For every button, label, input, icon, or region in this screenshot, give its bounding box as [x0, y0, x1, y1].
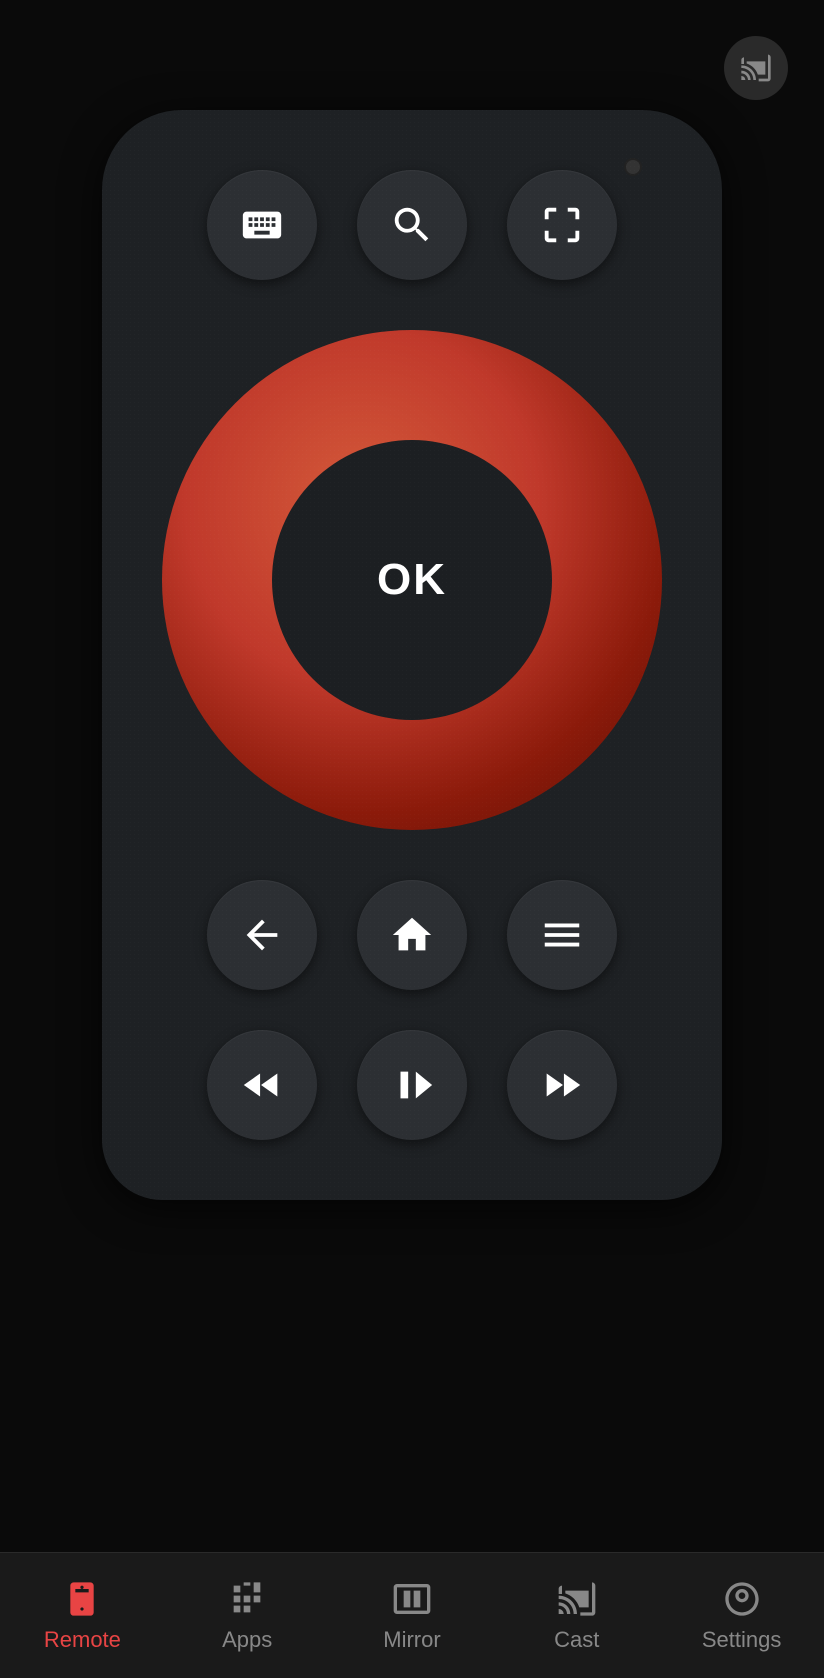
screen-fit-icon	[539, 202, 585, 248]
rewind-button[interactable]	[207, 1030, 317, 1140]
home-button[interactable]	[357, 880, 467, 990]
screen-fit-button[interactable]	[507, 170, 617, 280]
menu-icon	[539, 912, 585, 958]
home-icon	[389, 912, 435, 958]
remote-body: OK	[102, 110, 722, 1200]
play-pause-button[interactable]	[357, 1030, 467, 1140]
nav-item-apps[interactable]: Apps	[165, 1579, 330, 1653]
menu-button[interactable]	[507, 880, 617, 990]
fast-forward-button[interactable]	[507, 1030, 617, 1140]
nav-item-mirror[interactable]: Mirror	[330, 1579, 495, 1653]
settings-nav-icon	[722, 1579, 762, 1619]
media-button-row	[207, 1030, 617, 1140]
mirror-nav-icon	[392, 1579, 432, 1619]
ok-label: OK	[377, 555, 447, 605]
nav-item-settings[interactable]: Settings	[659, 1579, 824, 1653]
top-button-row	[207, 170, 617, 280]
ok-button[interactable]: OK	[272, 440, 552, 720]
nav-label-apps: Apps	[222, 1627, 272, 1653]
back-button[interactable]	[207, 880, 317, 990]
nav-button-row	[207, 880, 617, 990]
led-indicator	[624, 158, 642, 176]
fast-forward-icon	[539, 1062, 585, 1108]
search-button[interactable]	[357, 170, 467, 280]
dpad-ring[interactable]: OK	[162, 330, 662, 830]
cast-nav-icon	[557, 1579, 597, 1619]
remote-nav-icon	[62, 1579, 102, 1619]
nav-item-cast[interactable]: Cast	[494, 1579, 659, 1653]
back-icon	[239, 912, 285, 958]
dpad-container: OK	[162, 330, 662, 830]
nav-label-remote: Remote	[44, 1627, 121, 1653]
cast-icon	[740, 52, 772, 84]
bottom-nav: Remote Apps Mirror Cast Settings	[0, 1552, 824, 1678]
search-icon	[389, 202, 435, 248]
nav-label-settings: Settings	[702, 1627, 782, 1653]
apps-nav-icon	[227, 1579, 267, 1619]
keyboard-icon	[239, 202, 285, 248]
nav-item-remote[interactable]: Remote	[0, 1579, 165, 1653]
rewind-icon	[239, 1062, 285, 1108]
play-pause-icon	[389, 1062, 435, 1108]
cast-top-button[interactable]	[724, 36, 788, 100]
nav-label-mirror: Mirror	[383, 1627, 440, 1653]
nav-label-cast: Cast	[554, 1627, 599, 1653]
keyboard-button[interactable]	[207, 170, 317, 280]
